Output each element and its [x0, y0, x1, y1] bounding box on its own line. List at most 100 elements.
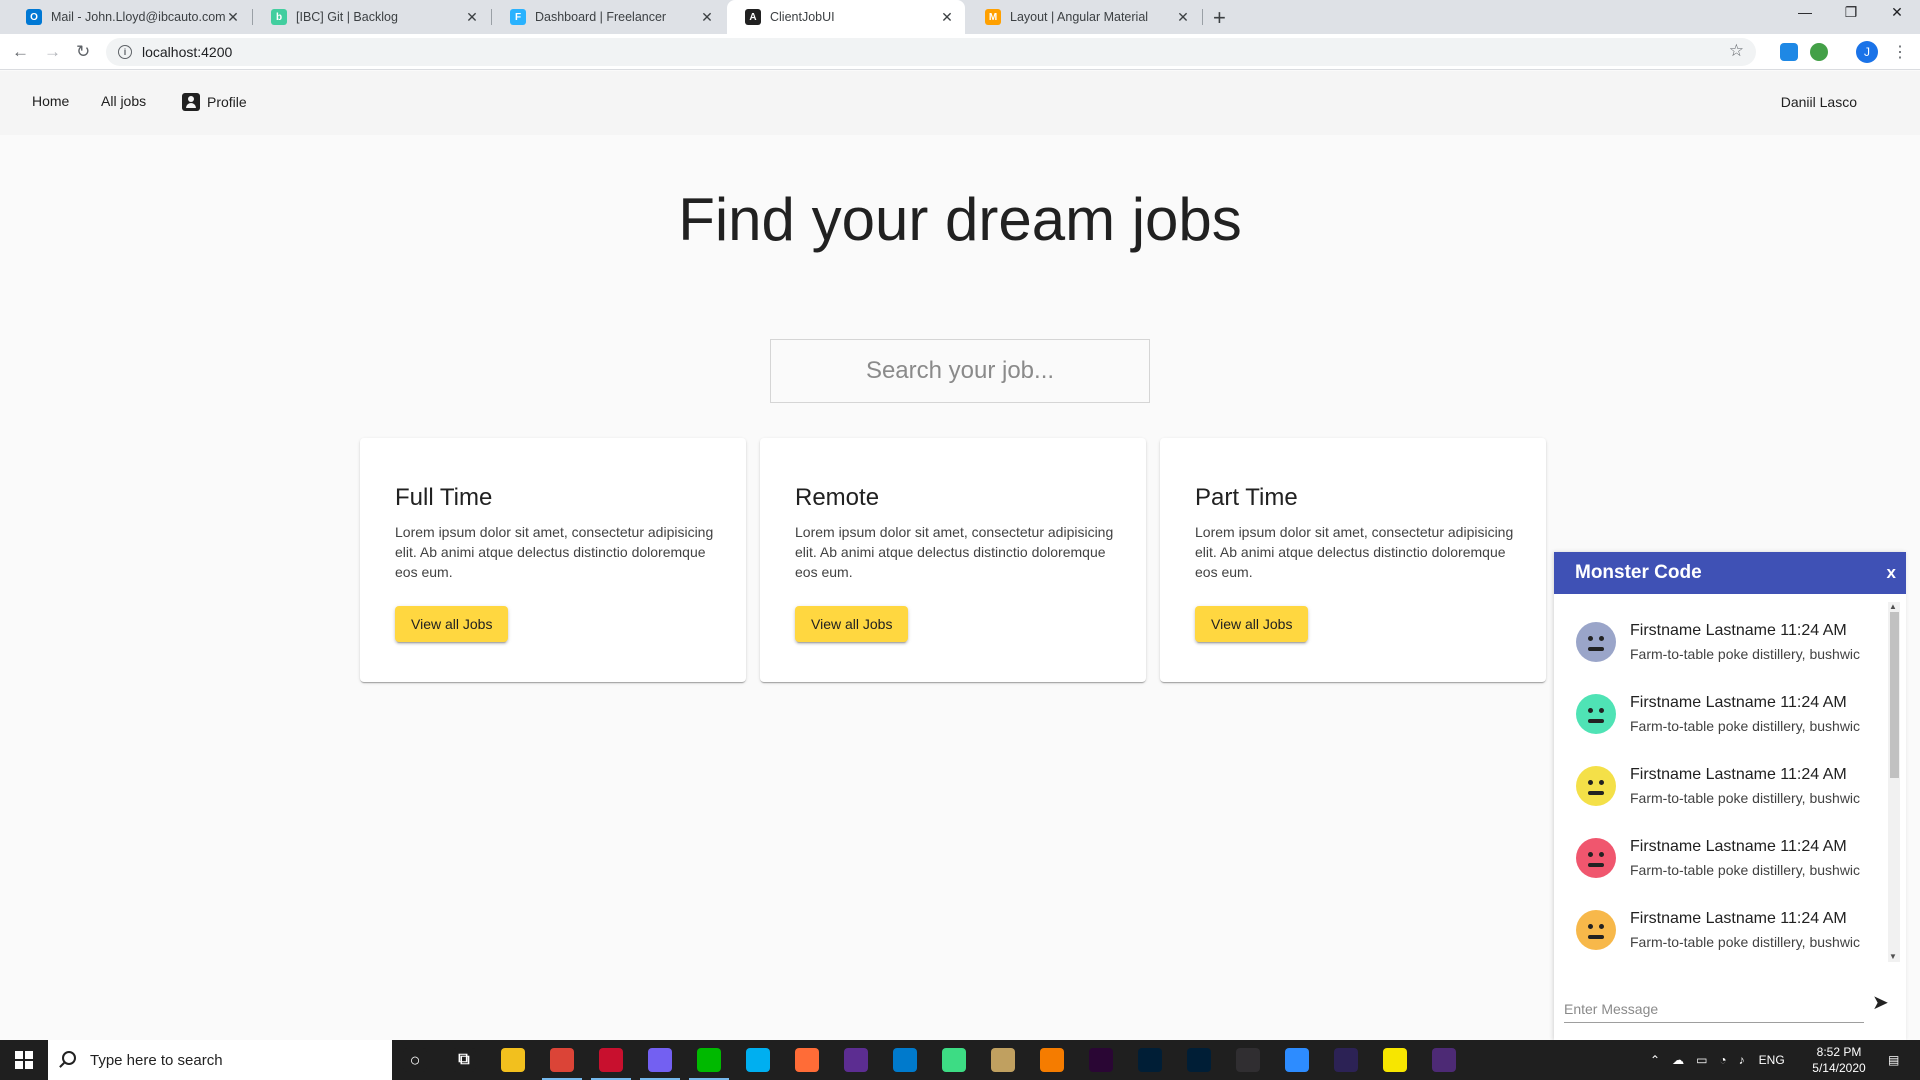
- search-icon: [62, 1051, 76, 1065]
- scroll-thumb[interactable]: [1890, 612, 1899, 778]
- terminal-icon[interactable]: [1432, 1048, 1456, 1072]
- scroll-up-icon[interactable]: ▲: [1889, 602, 1897, 611]
- extension-globe-icon[interactable]: [1810, 43, 1828, 61]
- message-author: Firstname Lastname 11:24 AM: [1630, 622, 1847, 639]
- tab-title: Mail - John.Lloyd@ibcauto.com: [51, 10, 225, 24]
- close-icon[interactable]: ✕: [464, 9, 480, 26]
- profile-avatar[interactable]: J: [1856, 41, 1878, 63]
- vscode-icon[interactable]: [893, 1048, 917, 1072]
- angular-material-icon: M: [985, 9, 1001, 25]
- postman-icon[interactable]: [795, 1048, 819, 1072]
- lightroom-icon[interactable]: [1187, 1048, 1211, 1072]
- visual-studio-icon[interactable]: [844, 1048, 868, 1072]
- chat-message-input[interactable]: [1564, 995, 1864, 1023]
- close-icon[interactable]: ✕: [699, 9, 715, 26]
- language-indicator[interactable]: ENG: [1759, 1053, 1785, 1067]
- send-icon[interactable]: ➤: [1872, 990, 1889, 1015]
- restore-icon[interactable]: ❐: [1828, 4, 1874, 21]
- clock-time: 8:52 PM: [1816, 1045, 1862, 1059]
- app-toolbar: Home All jobs Profile Daniil Lasco: [0, 71, 1920, 135]
- chat-close-button[interactable]: x: [1887, 563, 1896, 583]
- view-all-jobs-button[interactable]: View all Jobs: [395, 606, 509, 642]
- url-text[interactable]: localhost:4200: [142, 44, 232, 60]
- tab-title: [IBC] Git | Backlog: [296, 10, 398, 24]
- menu-kebab-icon[interactable]: ⋮: [1892, 42, 1908, 62]
- security-app-icon[interactable]: [599, 1048, 623, 1072]
- message-text: Farm-to-table poke distillery, bushwic: [1630, 862, 1861, 878]
- premiere-icon[interactable]: [1089, 1048, 1113, 1072]
- sticky-notes-icon[interactable]: [1383, 1048, 1407, 1072]
- forward-icon[interactable]: →: [44, 42, 61, 62]
- skype-icon[interactable]: [746, 1048, 770, 1072]
- tab-mail[interactable]: O Mail - John.Lloyd@ibcauto.com ✕: [8, 0, 251, 34]
- nav-profile[interactable]: Profile: [182, 93, 247, 111]
- obs-icon[interactable]: [1236, 1048, 1260, 1072]
- zoom-icon[interactable]: [1285, 1048, 1309, 1072]
- message-text: Farm-to-table poke distillery, bushwic: [1630, 718, 1861, 734]
- user-name[interactable]: Daniil Lasco: [1781, 94, 1857, 110]
- file-explorer-icon[interactable]: [501, 1048, 525, 1072]
- chat-message[interactable]: Firstname Lastname 11:24 AM Farm-to-tabl…: [1576, 622, 1860, 662]
- battery-icon[interactable]: ▭: [1696, 1053, 1707, 1067]
- card-description: Lorem ipsum dolor sit amet, consectetur …: [1195, 524, 1514, 580]
- nav-all-jobs[interactable]: All jobs: [101, 93, 146, 109]
- chrome-icon[interactable]: [550, 1048, 574, 1072]
- close-icon[interactable]: ✕: [1175, 9, 1191, 26]
- wifi-icon[interactable]: ◔: [1719, 1053, 1726, 1067]
- window-close-icon[interactable]: ✕: [1874, 4, 1920, 21]
- tools-icon[interactable]: [991, 1048, 1015, 1072]
- taskbar-search[interactable]: Type here to search: [48, 1040, 392, 1080]
- message-author: Firstname Lastname 11:24 AM: [1630, 910, 1847, 927]
- view-all-jobs-button[interactable]: View all Jobs: [1195, 606, 1309, 642]
- message-author: Firstname Lastname 11:24 AM: [1630, 694, 1847, 711]
- address-bar[interactable]: i localhost:4200 ☆: [106, 38, 1756, 66]
- new-tab-icon[interactable]: +: [1213, 5, 1226, 31]
- chat-message[interactable]: Firstname Lastname 11:24 AM Farm-to-tabl…: [1576, 910, 1860, 950]
- viber-icon[interactable]: [648, 1048, 672, 1072]
- bookmark-star-icon[interactable]: ☆: [1729, 41, 1744, 61]
- chat-message[interactable]: Firstname Lastname 11:24 AM Farm-to-tabl…: [1576, 694, 1860, 734]
- maps-icon[interactable]: [942, 1048, 966, 1072]
- back-icon[interactable]: ←: [12, 42, 29, 62]
- avatar: [1576, 622, 1616, 662]
- close-icon[interactable]: ✕: [939, 9, 955, 26]
- eclipse-icon[interactable]: [1334, 1048, 1358, 1072]
- taskbar-clock[interactable]: 8:52 PM 5/14/2020: [1798, 1044, 1880, 1076]
- job-search-input[interactable]: [770, 339, 1150, 403]
- card-title: Full Time: [395, 484, 493, 511]
- volume-icon[interactable]: ♪: [1739, 1053, 1745, 1067]
- task-switch-icon[interactable]: ⧉: [452, 1048, 476, 1072]
- view-all-jobs-button[interactable]: View all Jobs: [795, 606, 909, 642]
- tab-backlog[interactable]: b [IBC] Git | Backlog ✕: [253, 0, 490, 34]
- headphones-icon[interactable]: [1040, 1048, 1064, 1072]
- tab-angular-material[interactable]: M Layout | Angular Material ✕: [967, 0, 1201, 34]
- avatar: [1576, 838, 1616, 878]
- extension-icon[interactable]: [1780, 43, 1798, 61]
- job-category-card: Remote Lorem ipsum dolor sit amet, conse…: [760, 438, 1146, 682]
- tray-overflow-icon[interactable]: ⌃: [1650, 1053, 1660, 1067]
- nav-home[interactable]: Home: [32, 93, 69, 109]
- scroll-down-icon[interactable]: ▼: [1889, 952, 1897, 961]
- message-text: Farm-to-table poke distillery, bushwic: [1630, 790, 1861, 806]
- chat-message[interactable]: Firstname Lastname 11:24 AM Farm-to-tabl…: [1576, 838, 1860, 878]
- minimize-icon[interactable]: —: [1782, 4, 1828, 20]
- chat-message[interactable]: Firstname Lastname 11:24 AM Farm-to-tabl…: [1576, 766, 1860, 806]
- page-title: Find your dream jobs: [678, 186, 1242, 253]
- tab-freelancer[interactable]: F Dashboard | Freelancer ✕: [492, 0, 725, 34]
- info-icon[interactable]: i: [118, 45, 132, 59]
- avatar: [1576, 766, 1616, 806]
- photoshop-icon[interactable]: [1138, 1048, 1162, 1072]
- windows-taskbar: Type here to search ○ ⧉ ⌃ ☁ ▭ ◔ ♪ ENG 8:5…: [0, 1040, 1920, 1080]
- outlook-icon: O: [26, 9, 42, 25]
- tab-clientjobui[interactable]: A ClientJobUI ✕: [727, 0, 965, 34]
- backlog-icon: b: [271, 9, 287, 25]
- cloud-icon[interactable]: ☁: [1672, 1053, 1684, 1067]
- reload-icon[interactable]: ↻: [76, 42, 90, 62]
- line-icon[interactable]: [697, 1048, 721, 1072]
- task-view-icon[interactable]: ○: [403, 1048, 427, 1072]
- notifications-icon[interactable]: ▤: [1888, 1040, 1899, 1080]
- close-icon[interactable]: ✕: [225, 9, 241, 26]
- chat-scrollbar[interactable]: ▲ ▼: [1888, 602, 1900, 962]
- windows-start-icon[interactable]: [0, 1040, 48, 1080]
- chat-message-list[interactable]: Firstname Lastname 11:24 AM Farm-to-tabl…: [1554, 594, 1906, 974]
